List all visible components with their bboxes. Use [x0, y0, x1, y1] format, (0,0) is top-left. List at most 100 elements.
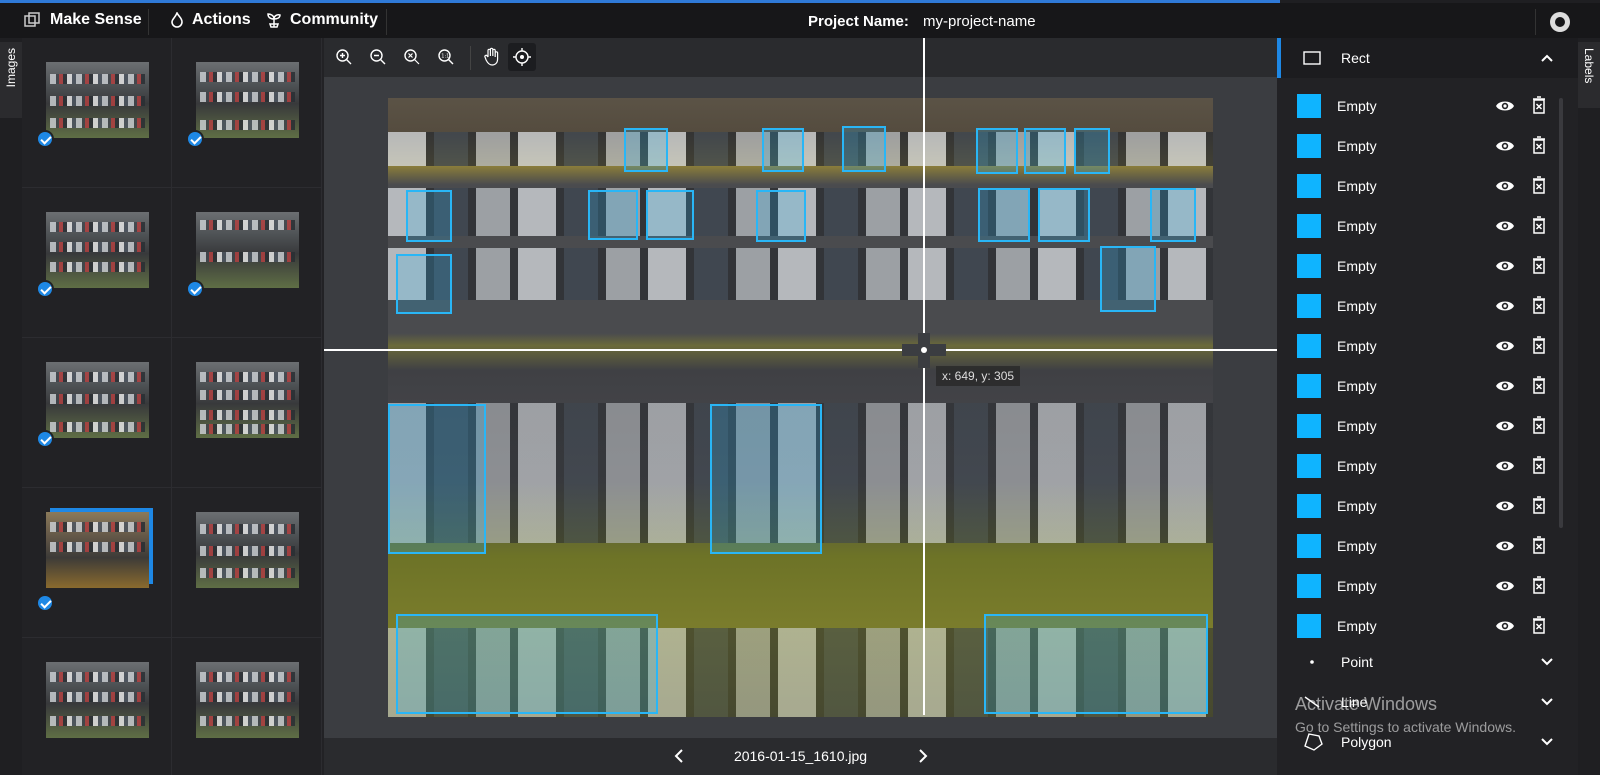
label-name[interactable]: Empty [1337, 618, 1377, 634]
crosshair-icon[interactable] [508, 43, 536, 71]
bounding-box[interactable] [756, 190, 806, 242]
label-row[interactable]: Empty [1277, 406, 1567, 446]
label-color-swatch[interactable] [1297, 414, 1321, 438]
delete-icon[interactable] [1531, 496, 1547, 514]
delete-icon[interactable] [1531, 376, 1547, 394]
bounding-box[interactable] [762, 128, 804, 172]
label-row[interactable]: Empty [1277, 206, 1567, 246]
thumbnail-item-selected[interactable] [22, 488, 172, 638]
label-name[interactable]: Empty [1337, 298, 1377, 314]
brand-logo[interactable]: Make Sense [24, 11, 142, 29]
github-icon[interactable] [1550, 12, 1570, 32]
point-section-header[interactable]: Point [1277, 642, 1578, 682]
label-row[interactable]: Empty [1277, 446, 1567, 486]
label-name[interactable]: Empty [1337, 378, 1377, 394]
bounding-box[interactable] [388, 404, 486, 554]
bounding-box[interactable] [406, 190, 452, 242]
thumbnail-item[interactable] [172, 188, 322, 338]
label-color-swatch[interactable] [1297, 574, 1321, 598]
delete-icon[interactable] [1531, 416, 1547, 434]
bounding-box[interactable] [396, 254, 452, 314]
label-color-swatch[interactable] [1297, 374, 1321, 398]
label-name[interactable]: Empty [1337, 258, 1377, 274]
bounding-box[interactable] [984, 614, 1208, 714]
zoom-out-icon[interactable] [364, 43, 392, 71]
label-color-swatch[interactable] [1297, 94, 1321, 118]
rect-section-header[interactable]: Rect [1277, 38, 1578, 78]
label-name[interactable]: Empty [1337, 418, 1377, 434]
eye-icon[interactable] [1495, 497, 1515, 515]
delete-icon[interactable] [1531, 256, 1547, 274]
next-image-icon[interactable] [912, 746, 932, 766]
chevron-down-icon[interactable] [1540, 655, 1554, 669]
chevron-down-icon[interactable] [1540, 695, 1554, 709]
bounding-box[interactable] [1100, 246, 1156, 312]
label-row[interactable]: Empty [1277, 126, 1567, 166]
eye-icon[interactable] [1495, 417, 1515, 435]
labels-side-tab[interactable]: Labels [1578, 42, 1600, 108]
eye-icon[interactable] [1495, 537, 1515, 555]
pan-hand-icon[interactable] [478, 43, 506, 71]
bounding-box[interactable] [1074, 128, 1110, 174]
eye-icon[interactable] [1495, 337, 1515, 355]
label-name[interactable]: Empty [1337, 178, 1377, 194]
delete-icon[interactable] [1531, 96, 1547, 114]
eye-icon[interactable] [1495, 457, 1515, 475]
eye-icon[interactable] [1495, 257, 1515, 275]
thumbnail-item[interactable] [172, 488, 322, 638]
thumbnail-item[interactable] [172, 38, 322, 188]
annotated-image-canvas[interactable] [388, 98, 1213, 717]
thumbnail-item[interactable] [172, 638, 322, 775]
eye-icon[interactable] [1495, 97, 1515, 115]
zoom-in-icon[interactable] [330, 43, 358, 71]
label-color-swatch[interactable] [1297, 214, 1321, 238]
delete-icon[interactable] [1531, 536, 1547, 554]
delete-icon[interactable] [1531, 576, 1547, 594]
label-color-swatch[interactable] [1297, 454, 1321, 478]
bounding-box[interactable] [1150, 188, 1196, 242]
bounding-box[interactable] [842, 126, 886, 172]
label-name[interactable]: Empty [1337, 138, 1377, 154]
eye-icon[interactable] [1495, 377, 1515, 395]
label-name[interactable]: Empty [1337, 458, 1377, 474]
delete-icon[interactable] [1531, 336, 1547, 354]
thumbnail-item[interactable] [172, 338, 322, 488]
label-row[interactable]: Empty [1277, 606, 1567, 646]
bounding-box[interactable] [1038, 188, 1090, 242]
label-name[interactable]: Empty [1337, 98, 1377, 114]
label-color-swatch[interactable] [1297, 494, 1321, 518]
delete-icon[interactable] [1531, 216, 1547, 234]
eye-icon[interactable] [1495, 577, 1515, 595]
label-name[interactable]: Empty [1337, 498, 1377, 514]
eye-icon[interactable] [1495, 617, 1515, 635]
chevron-up-icon[interactable] [1540, 51, 1554, 65]
nav-community[interactable]: Community [266, 11, 378, 29]
label-color-swatch[interactable] [1297, 174, 1321, 198]
images-side-tab[interactable]: Images [0, 42, 22, 118]
delete-icon[interactable] [1531, 176, 1547, 194]
zoom-reset-icon[interactable]: 1:1 [432, 43, 460, 71]
label-row[interactable]: Empty [1277, 566, 1567, 606]
label-row[interactable]: Empty [1277, 486, 1567, 526]
label-row[interactable]: Empty [1277, 286, 1567, 326]
thumbnail-item[interactable] [22, 638, 172, 775]
delete-icon[interactable] [1531, 616, 1547, 634]
bounding-box[interactable] [976, 128, 1018, 174]
bounding-box[interactable] [588, 190, 638, 240]
label-row[interactable]: Empty [1277, 246, 1567, 286]
bounding-box[interactable] [646, 190, 694, 240]
eye-icon[interactable] [1495, 137, 1515, 155]
label-color-swatch[interactable] [1297, 294, 1321, 318]
label-name[interactable]: Empty [1337, 338, 1377, 354]
delete-icon[interactable] [1531, 136, 1547, 154]
bounding-box[interactable] [624, 128, 668, 172]
label-color-swatch[interactable] [1297, 334, 1321, 358]
label-name[interactable]: Empty [1337, 218, 1377, 234]
label-color-swatch[interactable] [1297, 134, 1321, 158]
label-row[interactable]: Empty [1277, 526, 1567, 566]
label-color-swatch[interactable] [1297, 614, 1321, 638]
label-row[interactable]: Empty [1277, 326, 1567, 366]
label-name[interactable]: Empty [1337, 578, 1377, 594]
eye-icon[interactable] [1495, 217, 1515, 235]
eye-icon[interactable] [1495, 177, 1515, 195]
